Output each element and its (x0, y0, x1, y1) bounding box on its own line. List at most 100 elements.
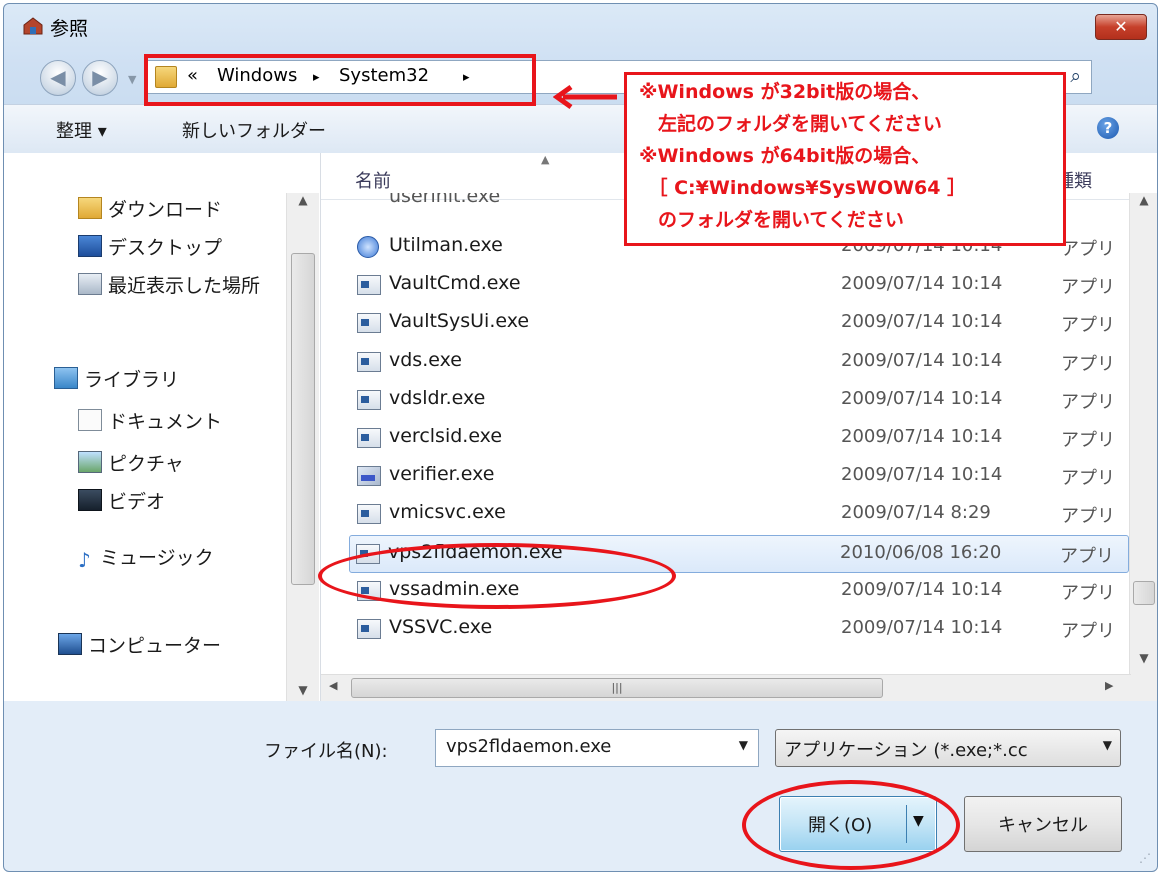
forward-button[interactable]: ▶ (82, 60, 118, 96)
pictures-icon (78, 451, 102, 473)
videos-icon (78, 489, 102, 511)
navigation-scrollbar[interactable]: ▲ ▼ (286, 193, 319, 701)
nav-item-desktop[interactable]: デスクトップ (78, 233, 222, 265)
download-folder-icon (78, 197, 102, 219)
nav-item-recent-places[interactable]: 最近表示した場所 (78, 271, 286, 303)
nav-item-downloads[interactable]: ダウンロード (78, 195, 222, 227)
annotation-arrow-icon (553, 84, 617, 110)
file-type: アプリ (1061, 392, 1115, 413)
file-row[interactable]: verclsid.exe 2009/07/14 10:14 アプリ (351, 420, 1127, 456)
exe-icon (357, 352, 381, 372)
desktop-icon (78, 235, 102, 257)
file-type-select[interactable]: アプリケーション (*.exe;*.cc ▼ (775, 729, 1121, 767)
annotation-line-4: ［ C:¥Windows¥SysWOW64 ］ (639, 177, 967, 199)
file-name: vmicsvc.exe (389, 501, 506, 523)
file-name: verifier.exe (389, 463, 495, 485)
exe-icon (357, 275, 381, 295)
nav-item-label: コンピューター (88, 635, 222, 657)
nav-item-label: デスクトップ (108, 237, 223, 259)
help-icon[interactable]: ? (1097, 117, 1119, 139)
file-row[interactable]: vdsldr.exe 2009/07/14 10:14 アプリ (351, 382, 1127, 418)
music-icon: ♪ (78, 548, 91, 572)
scroll-up-icon[interactable]: ▲ (287, 193, 319, 207)
column-header-name[interactable]: 名前 (355, 167, 391, 193)
file-list-scroll-thumb[interactable] (1133, 581, 1155, 605)
nav-item-label: ドキュメント (108, 411, 223, 433)
nav-item-label: ライブラリ (84, 369, 180, 391)
filename-label: ファイル名(N): (264, 741, 388, 762)
cancel-button[interactable]: キャンセル (964, 796, 1122, 852)
navigation-scroll-thumb[interactable] (291, 253, 315, 585)
file-date: 2009/07/14 10:14 (841, 311, 1003, 332)
file-list-scrollbar[interactable]: ▲ ▼ (1129, 193, 1157, 701)
scroll-down-icon[interactable]: ▼ (1130, 651, 1157, 665)
file-type: アプリ (1061, 430, 1115, 451)
file-type: アプリ (1060, 546, 1114, 567)
close-button[interactable]: ✕ (1095, 14, 1147, 40)
horizontal-scrollbar[interactable]: ◀ ||| ▶ (321, 674, 1131, 701)
file-name: verclsid.exe (389, 425, 503, 447)
navigation-pane: ダウンロード デスクトップ 最近表示した場所 ライブラリ ドキュメント ピクチャ… (4, 153, 321, 701)
file-row[interactable]: vmicsvc.exe 2009/07/14 8:29 アプリ (351, 496, 1127, 532)
back-arrow-icon: ◀ (50, 65, 66, 89)
forward-arrow-icon: ▶ (92, 65, 108, 89)
file-date: 2009/07/14 10:14 (841, 617, 1003, 638)
recent-locations-dropdown[interactable]: ▼ (128, 73, 136, 86)
documents-icon (78, 409, 102, 431)
exe-icon (357, 504, 381, 524)
file-date: 2009/07/14 10:14 (841, 579, 1003, 600)
file-name: userinit.exe (389, 193, 501, 207)
file-type: アプリ (1061, 239, 1115, 260)
selected-file-highlight-ellipse (318, 543, 676, 609)
new-folder-button[interactable]: 新しいフォルダー (182, 117, 326, 143)
file-row[interactable]: VaultSysUi.exe 2009/07/14 10:14 アプリ (351, 305, 1127, 341)
nav-item-libraries[interactable]: ライブラリ (54, 365, 179, 397)
filename-input[interactable]: vps2fldaemon.exe ▼ (435, 729, 759, 767)
organize-menu[interactable]: 整理 ▾ (56, 117, 107, 143)
chevron-down-icon[interactable]: ▼ (739, 738, 748, 752)
horizontal-scroll-thumb[interactable]: ||| (351, 678, 883, 698)
open-button-highlight-ellipse (742, 780, 960, 870)
exe-icon (357, 390, 381, 410)
nav-item-label: ピクチャ (108, 453, 184, 475)
file-row[interactable]: VSSVC.exe 2009/07/14 10:14 アプリ (351, 611, 1127, 647)
file-date: 2009/07/14 8:29 (841, 502, 991, 523)
exe-icon (357, 313, 381, 333)
back-button[interactable]: ◀ (40, 60, 76, 96)
annotation-line-3: ※Windows が64bit版の場合、 (639, 145, 931, 167)
library-icon (54, 367, 78, 389)
filename-value: vps2fldaemon.exe (446, 736, 612, 757)
file-type: アプリ (1061, 354, 1115, 375)
sort-indicator-icon: ▲ (541, 153, 550, 166)
chevron-down-icon[interactable]: ▼ (1103, 738, 1112, 752)
resize-grip-icon[interactable]: ⋰ (1139, 851, 1151, 865)
file-type: アプリ (1061, 315, 1115, 336)
nav-item-computer[interactable]: コンピューター (58, 631, 221, 663)
file-row[interactable]: VaultCmd.exe 2009/07/14 10:14 アプリ (351, 267, 1127, 303)
file-date: 2009/07/14 10:14 (841, 464, 1003, 485)
nav-item-documents[interactable]: ドキュメント (78, 407, 222, 439)
nav-item-pictures[interactable]: ピクチャ (78, 449, 184, 481)
nav-item-label: ミュージック (100, 547, 214, 569)
scroll-down-icon[interactable]: ▼ (287, 683, 319, 697)
file-row[interactable]: vds.exe 2009/07/14 10:14 アプリ (351, 344, 1127, 380)
file-date: 2009/07/14 10:14 (841, 350, 1003, 371)
file-type: アプリ (1061, 621, 1115, 642)
file-name: vdsldr.exe (389, 387, 486, 409)
file-row[interactable]: verifier.exe 2009/07/14 10:14 アプリ (351, 458, 1127, 494)
file-date: 2009/07/14 10:14 (841, 273, 1003, 294)
cancel-button-label: キャンセル (998, 815, 1088, 836)
scroll-right-icon[interactable]: ▶ (1105, 679, 1113, 692)
scroll-up-icon[interactable]: ▲ (1130, 193, 1157, 207)
recent-places-icon (78, 273, 102, 295)
scroll-left-icon[interactable]: ◀ (329, 679, 337, 692)
app-icon (23, 17, 43, 35)
annotation-line-5: のフォルダを開いてください (639, 209, 904, 231)
window-title: 参照 (50, 18, 89, 40)
computer-icon (58, 633, 82, 655)
dialog-footer: ファイル名(N): vps2fldaemon.exe ▼ アプリケーション (*… (4, 701, 1157, 871)
annotation-line-1: ※Windows が32bit版の場合、 (639, 81, 931, 103)
nav-item-label: 最近表示した場所 (108, 275, 261, 297)
nav-item-videos[interactable]: ビデオ (78, 487, 165, 519)
nav-item-music[interactable]: ♪ ミュージック (78, 543, 214, 575)
